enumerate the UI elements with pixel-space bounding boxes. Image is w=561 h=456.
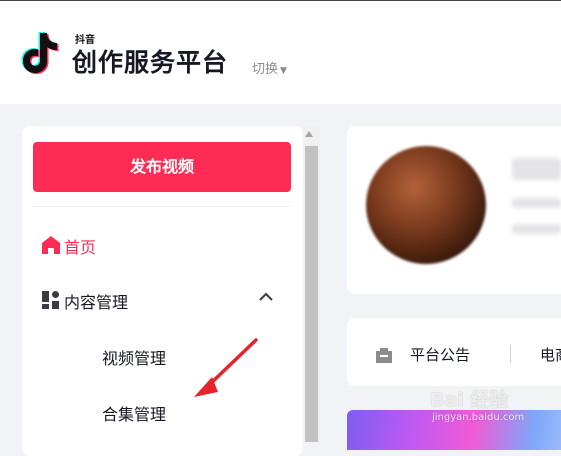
ecommerce-tab[interactable]: 电商: [540, 344, 561, 365]
home-icon: [42, 236, 60, 254]
announcement-icon: [376, 348, 392, 363]
scrollbar-thumb[interactable]: [305, 146, 318, 442]
avatar[interactable]: [366, 146, 486, 264]
scroll-up-arrow-icon[interactable]: [305, 131, 313, 137]
watermark-text: Bai 经验: [430, 389, 509, 411]
content-grid-icon: [42, 291, 59, 309]
caret-down-icon: ▼: [280, 66, 287, 76]
blurred-username: [512, 158, 561, 180]
switch-label: 切换: [252, 62, 279, 77]
platform-announcement-tab[interactable]: 平台公告: [410, 344, 470, 365]
blurred-info-line: [512, 198, 561, 208]
blurred-info-line: [512, 224, 561, 234]
sidebar-item-content-management[interactable]: 内容管理: [64, 289, 128, 313]
top-header: 抖音 创作服务平台 切换 ▼: [0, 0, 561, 104]
douyin-logo-icon[interactable]: [20, 29, 64, 75]
tab-separator: [510, 345, 511, 363]
watermark-url: jingyan.baidu.com: [432, 412, 525, 423]
switch-dropdown[interactable]: 切换 ▼: [252, 58, 287, 77]
chevron-up-icon[interactable]: [259, 292, 273, 302]
sidebar-divider: [33, 206, 291, 207]
publish-video-button[interactable]: 发布视频: [33, 142, 291, 192]
logo-title: 创作服务平台: [72, 48, 229, 77]
sidebar: 发布视频 首页 内容管理 视频管理 合集管理: [22, 126, 303, 456]
sidebar-item-home[interactable]: 首页: [64, 234, 96, 258]
sidebar-subitem-video-management[interactable]: 视频管理: [102, 345, 166, 369]
sidebar-subitem-collection-management[interactable]: 合集管理: [102, 401, 166, 425]
